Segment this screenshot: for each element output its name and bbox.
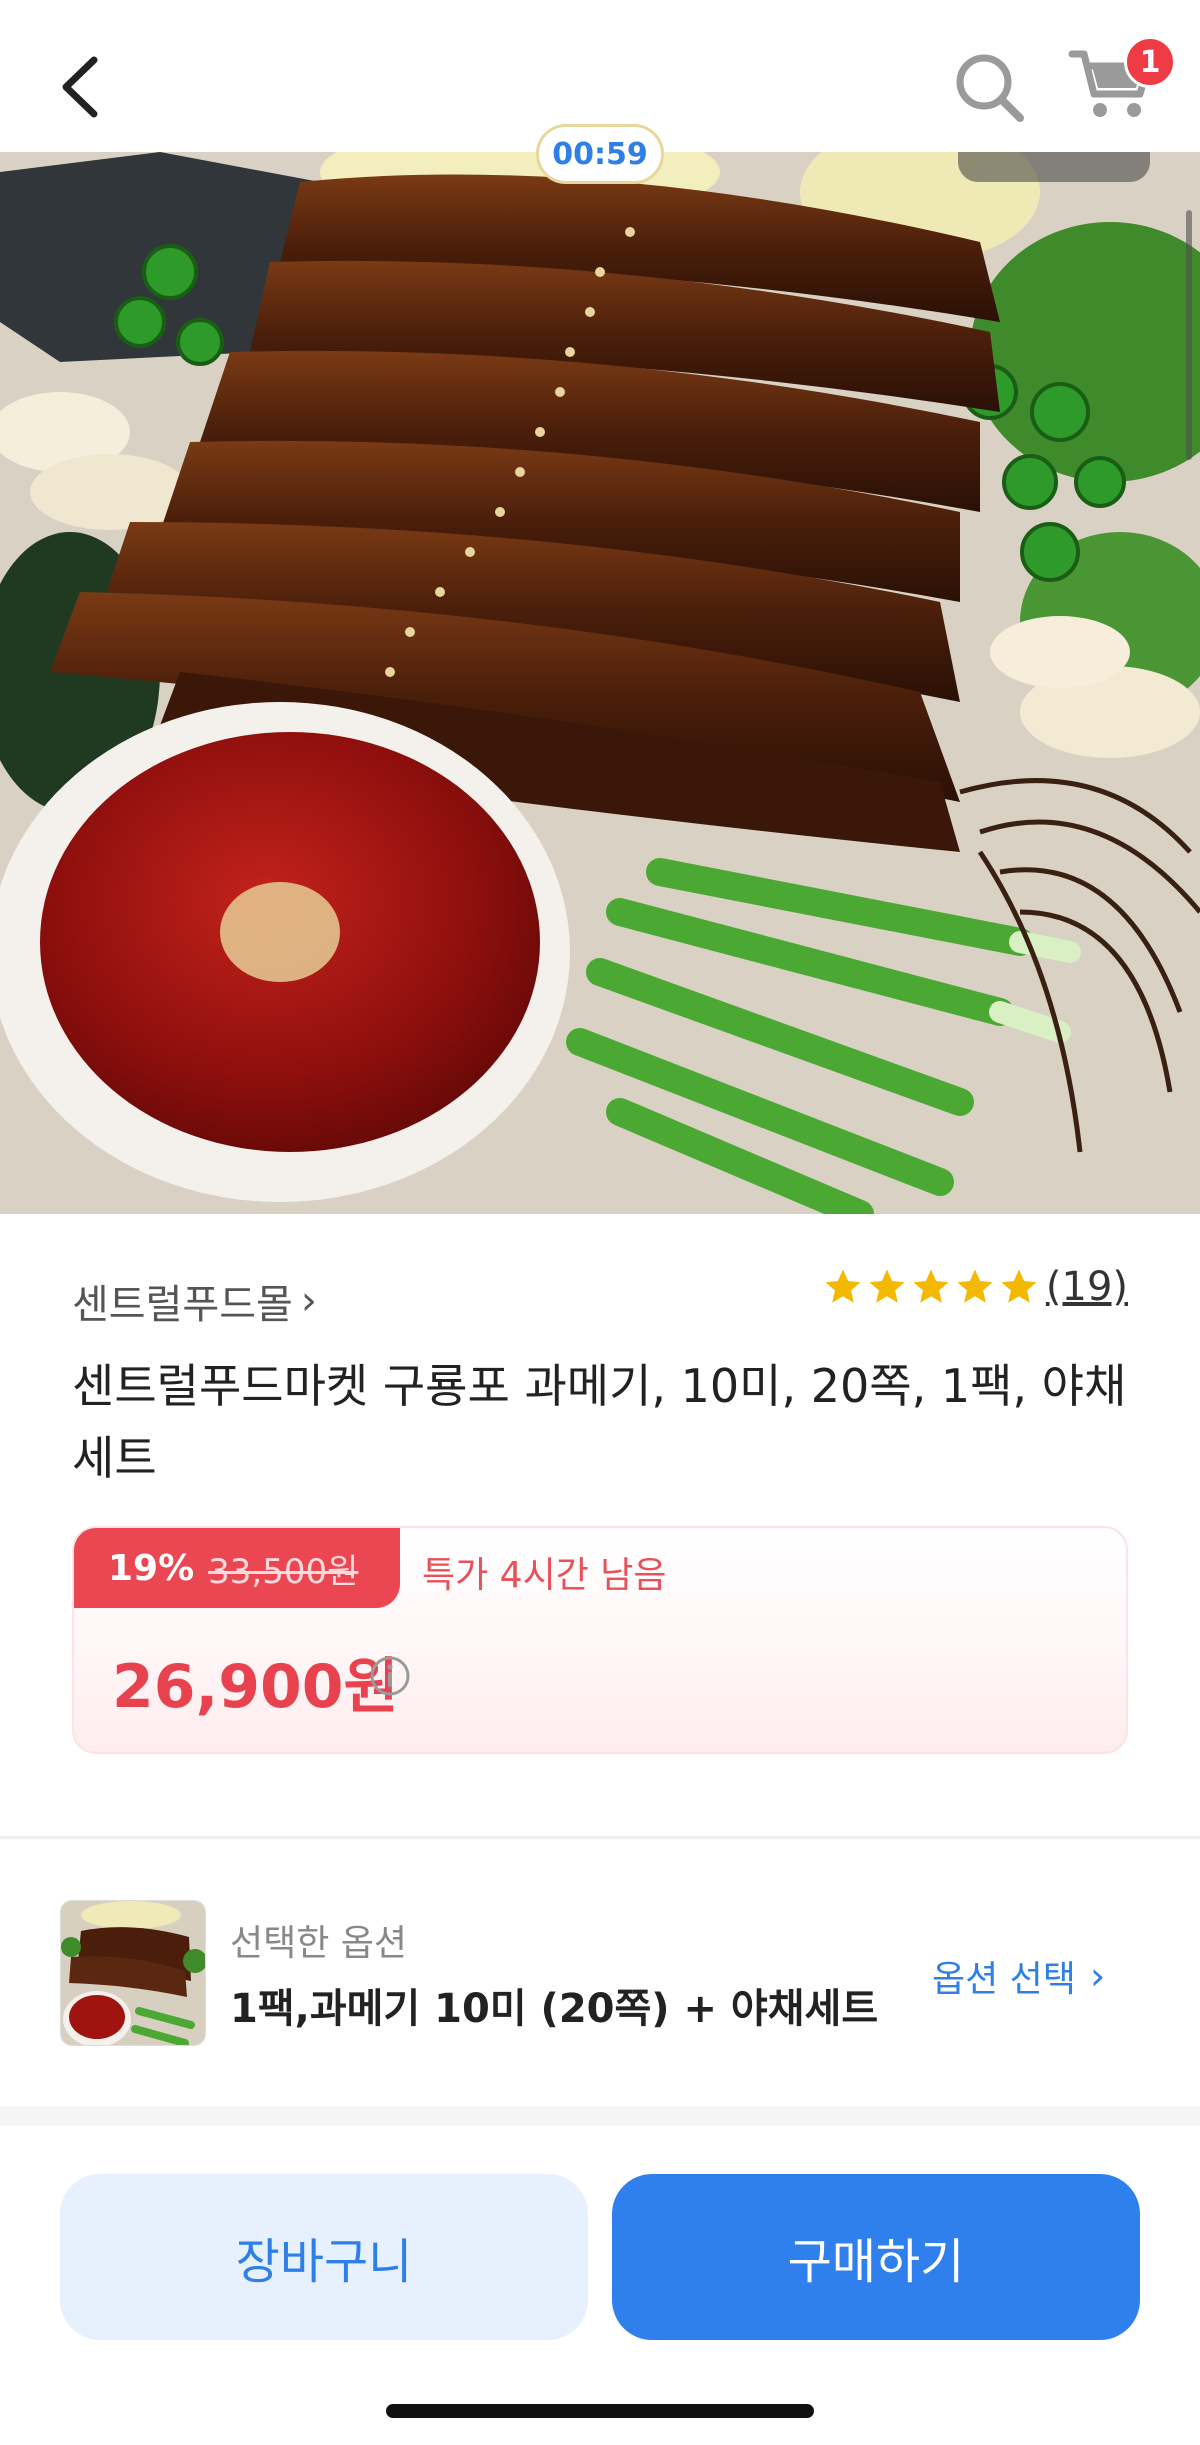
product-image[interactable] [0,152,1200,1214]
rating-stars [822,1266,1040,1308]
chevron-right-icon: › [1089,1954,1106,1998]
section-divider [0,2106,1200,2126]
star-icon [1001,1269,1037,1303]
option-select-button[interactable]: 옵션 선택 › [932,1950,1105,2002]
seller-link[interactable]: 센트럴푸드몰 › [72,1272,317,1330]
price-box: 19% 33,500원 특가 4시간 남음 26,900원 [72,1526,1128,1754]
selected-option-label: 선택한 옵션 [230,1923,408,1964]
search-button[interactable] [950,48,1030,128]
buy-now-button[interactable]: 구매하기 [612,2174,1140,2340]
search-icon [956,54,1024,122]
chevron-right-icon: › [300,1278,317,1324]
video-timer: 00:59 [536,124,664,184]
seller-name: 센트럴푸드몰 [72,1282,293,1328]
discount-percent: 19% [108,1547,195,1589]
back-button[interactable] [52,52,112,122]
star-icon [825,1269,861,1303]
star-icon [869,1269,905,1303]
product-photo [0,152,1200,1214]
scrollbar[interactable] [1186,210,1192,460]
option-thumbnail-image [61,1901,205,2045]
rating[interactable]: (19) [822,1264,1128,1310]
special-deal-text: 특가 4시간 남음 [422,1555,667,1596]
selected-option-value: 1팩,과메기 10미 (20쪽) + 야채세트 [230,1986,879,2032]
home-indicator [386,2404,814,2418]
option-thumbnail [60,1900,206,2046]
star-icon [913,1269,949,1303]
info-icon[interactable] [368,1654,412,1698]
review-count-link[interactable]: (19) [1046,1264,1128,1310]
star-icon [957,1269,993,1303]
chevron-left-icon [62,56,98,118]
option-select-label: 옵션 선택 [932,1959,1076,2000]
image-pager-indicator [958,152,1150,182]
discount-tag: 19% 33,500원 [74,1528,400,1608]
cart-count-badge: 1 [1124,36,1176,88]
product-title: 센트럴푸드마켓 구룡포 과메기, 10미, 20쪽, 1팩, 야채세트 [72,1359,1127,1485]
final-price: 26,900원 [112,1652,399,1722]
original-price: 33,500원 [208,1551,359,1592]
add-to-cart-button[interactable]: 장바구니 [60,2174,588,2340]
